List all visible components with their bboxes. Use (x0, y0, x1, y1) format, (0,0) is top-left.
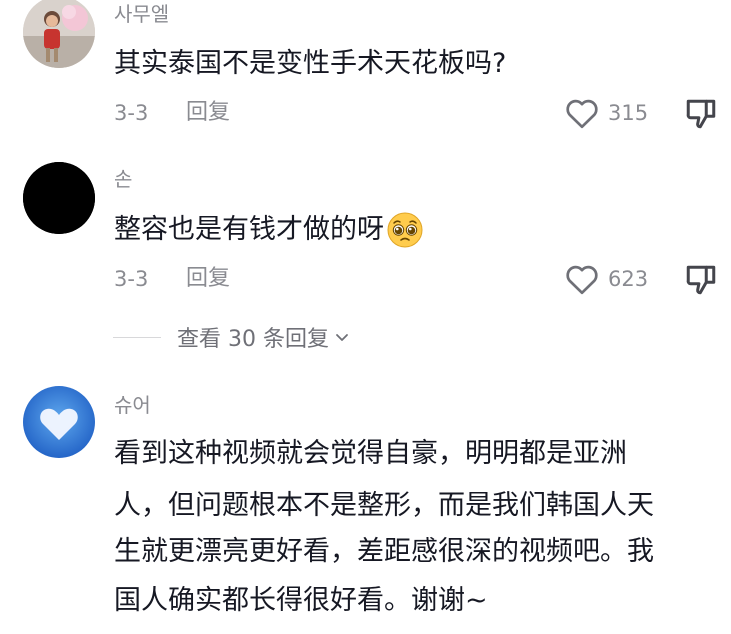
comment-date: 3-3 (114, 101, 149, 125)
comment-username[interactable]: 슈어 (114, 393, 151, 417)
view-replies-label: 查看 30 条回复 (177, 327, 329, 352)
comment-text-line-3: 生就更漂亮更好看，差距感很深的视频吧。我 (114, 536, 654, 567)
pleading-face-emoji (386, 211, 424, 249)
comment-date: 3-3 (114, 267, 149, 291)
comment-text: 整容也是有钱才做的呀 (114, 207, 424, 253)
dislike-button[interactable] (683, 262, 719, 298)
divider-line (113, 336, 161, 338)
comment-text-line-1: 看到这种视频就会觉得自豪，明明都是亚洲 (114, 438, 627, 469)
like-button[interactable]: 315 (564, 95, 648, 131)
avatar[interactable] (23, 386, 95, 458)
comment-text-line-4: 国人确实都长得很好看。谢谢~ (114, 585, 488, 616)
pleading-face-icon (387, 212, 423, 248)
reply-button[interactable]: 回复 (186, 100, 230, 126)
heart-cloud-avatar (23, 386, 95, 458)
chevron-down-icon (336, 334, 348, 341)
view-replies-button[interactable]: 查看 30 条回复 (113, 321, 351, 353)
like-button[interactable]: 623 (564, 261, 648, 297)
avatar[interactable] (23, 162, 95, 234)
reply-button[interactable]: 回复 (186, 266, 230, 292)
thumbs-down-icon (686, 265, 716, 295)
dislike-button[interactable] (683, 96, 719, 132)
comment-username[interactable]: 손 (114, 167, 132, 191)
comment-text-body: 整容也是有钱才做的呀 (114, 214, 384, 245)
avatar[interactable] (23, 0, 95, 68)
comment-text: 其实泰国不是变性手术天花板吗? (114, 48, 507, 79)
comment-username[interactable]: 사무엘 (114, 2, 169, 26)
child-photo-avatar (23, 0, 95, 68)
heart-outline-icon (566, 265, 598, 295)
heart-outline-icon (566, 99, 598, 129)
comment-text-line-2: 人，但问题根本不是整形，而是我们韩国人天 (114, 490, 654, 521)
thumbs-down-icon (686, 99, 716, 129)
black-circle-avatar (23, 162, 95, 234)
like-count: 315 (608, 101, 649, 125)
like-count: 623 (608, 267, 649, 291)
